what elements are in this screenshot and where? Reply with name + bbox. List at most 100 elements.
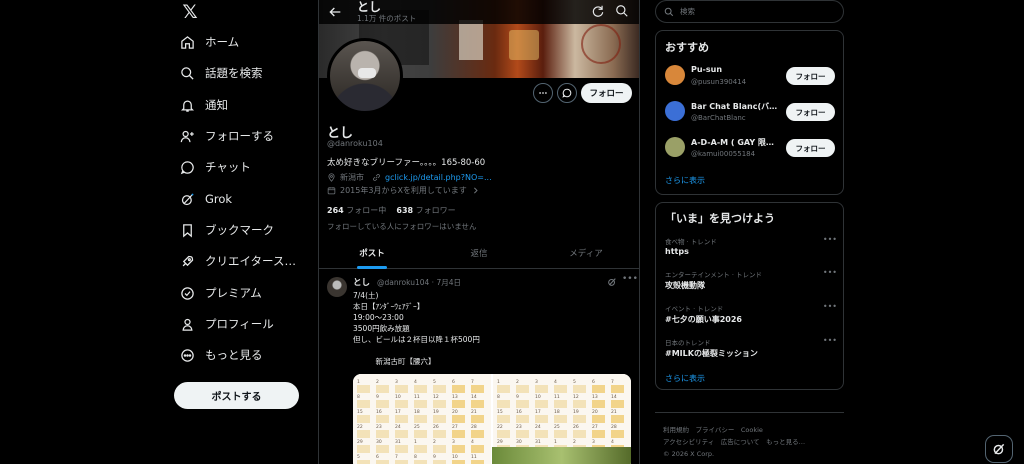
nav-item-home[interactable]: ホーム: [180, 30, 239, 54]
grok-floating-button[interactable]: [985, 435, 1013, 463]
calendar-cell: [452, 430, 465, 438]
show-more-link[interactable]: さらに表示: [665, 175, 705, 186]
trend-topic: #MILKの極裂ミッション: [665, 349, 758, 358]
home-icon: [181, 35, 194, 49]
avatar[interactable]: [665, 65, 685, 85]
avatar[interactable]: [665, 137, 685, 157]
more-options-button[interactable]: [533, 83, 553, 103]
mutual-followers-note: フォローしている人にフォロワーはいません: [327, 222, 477, 231]
x-logo[interactable]: 𝕏: [180, 2, 200, 22]
tweet-image[interactable]: 1 2 3 4 5 6 7 8 9 10 11 12 13 14 15 16 17 18 19 20 21 22 23 24 2…: [353, 374, 631, 464]
trend-item[interactable]: イベント · トレンド #七夕の願い事2026 •••: [665, 302, 837, 333]
search-icon: [664, 7, 674, 16]
nav-item-notifications[interactable]: 通知: [180, 93, 228, 117]
tweet-author-avatar[interactable]: [327, 277, 347, 297]
follow-button[interactable]: フォロー: [581, 83, 632, 103]
tab-media[interactable]: メディア: [533, 240, 639, 269]
message-button[interactable]: [557, 83, 577, 103]
tweet-author-name[interactable]: とし: [353, 276, 370, 288]
suggestion-handle: @kamui00055184: [691, 150, 756, 158]
more-icon[interactable]: •••: [823, 268, 837, 277]
nav-item-premium[interactable]: プレミアム: [180, 281, 262, 305]
copyright: © 2026 X Corp.: [663, 450, 715, 458]
avatar[interactable]: [665, 101, 685, 121]
more-icon[interactable]: •••: [823, 336, 837, 345]
calendar-cell: [414, 415, 427, 423]
trend-item[interactable]: エンターテインメント · トレンド 攻殻機動隊 •••: [665, 268, 837, 299]
calendar-cell: [395, 445, 408, 453]
profile-stats: 264 フォロー中 638 フォロワー: [327, 205, 456, 216]
trends-panel: 「いま」を見つけよう 食べ物 · トレンド https ••• エンターテインメ…: [655, 202, 844, 390]
tweet-more-icon[interactable]: •••: [622, 274, 638, 284]
calendar-cell: [592, 430, 605, 438]
calendar-cell: [433, 430, 446, 438]
suggestion-name[interactable]: Bar Chat Blanc(バー…: [691, 101, 779, 112]
profile-avatar[interactable]: [327, 38, 403, 114]
suggestion-item[interactable]: A-D-A-M ( GAY 限定… @kamui00055184 フォロー: [665, 133, 837, 163]
profile-website-link[interactable]: gclick.jp/detail.php?NO=...: [385, 173, 492, 182]
trend-item[interactable]: 日本のトレンド #MILKの極裂ミッション •••: [665, 336, 837, 367]
calendar-cell: [573, 430, 586, 438]
trend-context: 日本のトレンド: [665, 339, 711, 347]
search-icon[interactable]: [615, 4, 629, 18]
calendar-cell: [452, 445, 465, 453]
back-arrow-icon[interactable]: [327, 4, 343, 20]
nav-label: プロフィール: [205, 317, 274, 331]
nav-item-bookmarks[interactable]: ブックマーク: [180, 218, 274, 242]
calendar-cell: [414, 430, 427, 438]
nav-item-chat[interactable]: チャット: [180, 155, 251, 179]
calendar-cell: [573, 400, 586, 408]
calendar-cell: [414, 445, 427, 453]
followers-count: 638: [396, 206, 414, 215]
calendar-cell: [357, 415, 370, 423]
post-button[interactable]: ポストする: [174, 382, 299, 409]
tab-posts[interactable]: ポスト: [319, 240, 425, 269]
nav-item-follow[interactable]: フォローする: [180, 124, 274, 148]
trend-item[interactable]: 食べ物 · トレンド https •••: [665, 235, 837, 266]
refresh-icon[interactable]: [591, 4, 605, 18]
suggestion-item[interactable]: Pu-sun @pusun390414 フォロー: [665, 61, 837, 91]
nav-item-creator-studio[interactable]: クリエイタース…: [180, 249, 296, 273]
footer-line[interactable]: アクセシビリティ 広告について もっと見る…: [663, 436, 843, 448]
header-post-count: 1.1万 件のポスト: [357, 14, 417, 23]
follow-button[interactable]: フォロー: [786, 67, 835, 85]
tab-replies[interactable]: 返信: [426, 240, 532, 269]
followers-link[interactable]: 638 フォロワー: [396, 206, 455, 215]
chevron-right-icon[interactable]: [471, 186, 480, 195]
nav-item-grok[interactable]: Grok: [180, 187, 232, 211]
grok-icon[interactable]: [607, 277, 617, 287]
suggestion-name[interactable]: Pu-sun: [691, 65, 722, 74]
nav-label: 通知: [205, 98, 228, 112]
calendar-cell: [554, 430, 567, 438]
tweet[interactable]: とし @danroku104 · 7月4日 ••• 7/4(土) 本日【ｱﾝﾀﾞ…: [319, 270, 639, 464]
calendar-cell: [516, 400, 529, 408]
nav-item-profile[interactable]: プロフィール: [180, 312, 274, 336]
search-box[interactable]: [655, 0, 844, 23]
calendar-cell: [535, 430, 548, 438]
following-link[interactable]: 264 フォロー中: [327, 206, 386, 215]
footer-line[interactable]: 利用規約 プライバシー Cookie: [663, 424, 843, 436]
calendar-cell: [516, 430, 529, 438]
nav-label: 話題を検索: [205, 66, 263, 80]
calendar-icon: [327, 187, 336, 195]
more-icon[interactable]: •••: [823, 302, 837, 311]
calendar-cell: [516, 385, 529, 393]
suggestion-item[interactable]: Bar Chat Blanc(バー… @BarChatBlanc フォロー: [665, 97, 837, 127]
tweet-text-line: 3500円飲み放題: [353, 324, 410, 333]
nav-label: Grok: [205, 192, 233, 206]
followers-label: フォロワー: [415, 206, 456, 215]
nav-item-explore[interactable]: 話題を検索: [180, 61, 263, 85]
calendar-cell: [376, 400, 389, 408]
nav-item-more[interactable]: もっと見る: [180, 343, 263, 367]
calendar-cell: [433, 445, 446, 453]
calendar-cell: [611, 400, 624, 408]
profile-tabs: ポスト 返信 メディア: [319, 240, 639, 269]
follow-button[interactable]: フォロー: [786, 103, 835, 121]
show-more-link[interactable]: さらに表示: [665, 373, 705, 384]
nav-label: クリエイタース…: [205, 254, 296, 268]
follow-button[interactable]: フォロー: [786, 139, 835, 157]
tweet-handle-date[interactable]: @danroku104 · 7月4日: [377, 277, 461, 288]
suggestion-name[interactable]: A-D-A-M ( GAY 限定…: [691, 137, 779, 148]
search-input[interactable]: [680, 7, 830, 16]
more-icon[interactable]: •••: [823, 235, 837, 244]
